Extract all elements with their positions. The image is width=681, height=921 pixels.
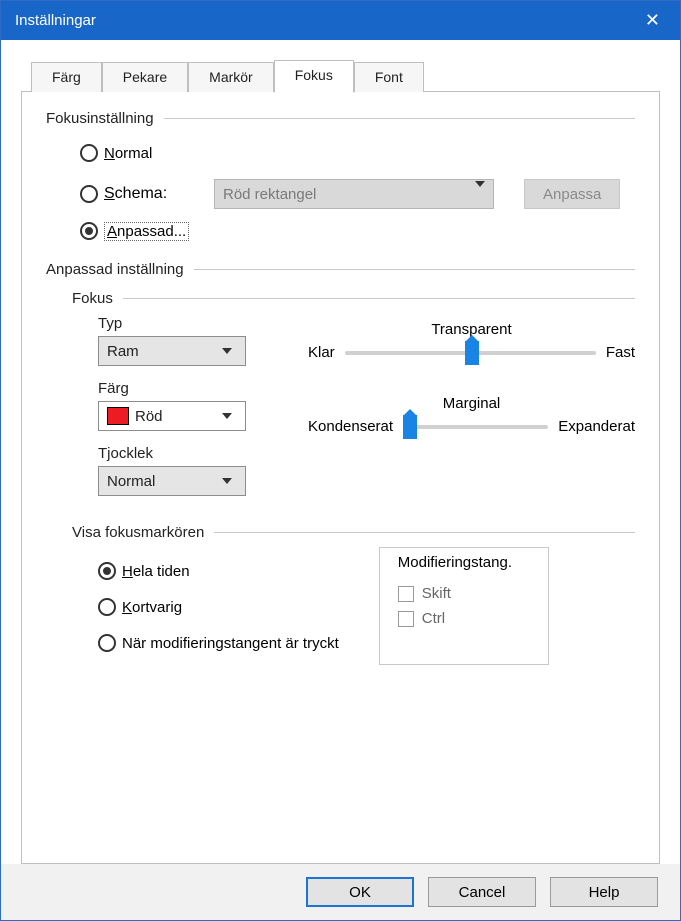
radio-normal[interactable] [80,144,98,162]
slider-thumb[interactable] [465,341,479,365]
radio-modifier[interactable] [98,634,116,652]
modifier-keys-group: Modifieringstang. Skift Ctrl [379,547,549,665]
radio-anpassad[interactable] [80,222,98,240]
slider-thumb[interactable] [403,415,417,439]
chevron-down-icon [217,341,237,361]
radio-normal-row[interactable]: Normal [80,139,635,167]
color-dropdown[interactable]: Röd [98,401,246,431]
check-shift[interactable] [398,586,414,602]
help-button[interactable]: Help [550,877,658,907]
slider2-left: Kondenserat [308,418,393,435]
group-display-marker: Visa fokusmarkören [72,524,214,541]
transparent-slider-block: Transparent Klar Fast [308,321,635,361]
color-swatch [107,407,129,425]
type-label: Typ [98,315,278,332]
radio-schema-row[interactable]: Schema: Röd rektangel Anpassa [80,175,635,213]
group-custom: Anpassad inställning [46,261,194,278]
transparent-slider[interactable] [345,351,596,355]
radio-modifier-label: När modifieringstangent är tryckt [122,635,339,652]
dialog-footer: OK Cancel Help [1,864,680,920]
group-fokus-inner: Fokus [72,290,123,307]
schema-combo[interactable]: Röd rektangel [214,179,494,209]
radio-normal-label: Normal [104,145,152,162]
type-dropdown[interactable]: Ram [98,336,246,366]
window-title: Inställningar [15,12,96,29]
tab-fokus[interactable]: Fokus [274,60,354,93]
radio-anpassad-row[interactable]: Anpassad... [80,217,635,245]
marginal-slider-block: Marginal Kondenserat Expanderat [308,395,635,435]
left-dropdown-col: Typ Ram Färg Röd Tjocklek [98,315,278,496]
radio-hela-row[interactable]: Hela tiden [98,557,339,585]
chevron-down-icon [475,187,485,201]
display-marker-radios: Hela tiden Kortvarig När modifieringstan… [98,553,339,665]
thickness-label: Tjocklek [98,445,278,462]
chevron-down-icon [217,471,237,491]
marginal-slider[interactable] [403,425,548,429]
tabstrip: Färg Pekare Markör Fokus Font [21,60,660,92]
client-area: Färg Pekare Markör Fokus Font Fokusinstä… [1,40,680,864]
radio-hela-label: Hela tiden [122,563,190,580]
radio-modifier-row[interactable]: När modifieringstangent är tryckt [98,629,339,657]
tab-pekare[interactable]: Pekare [102,62,188,92]
check-shift-row[interactable]: Skift [398,585,538,602]
close-icon[interactable]: ✕ [637,6,668,35]
settings-dialog: Inställningar ✕ Färg Pekare Markör Fokus… [0,0,681,921]
sliders-col: Transparent Klar Fast Marginal [308,315,635,496]
tab-farg[interactable]: Färg [31,62,102,92]
tab-markor[interactable]: Markör [188,62,274,92]
radio-schema-label: Schema: [104,185,214,203]
group-fokus-setting: Fokusinställning [46,110,164,127]
color-label: Färg [98,380,278,397]
radio-anpassad-label: Anpassad... [104,222,189,241]
anpassa-button[interactable]: Anpassa [524,179,620,209]
radio-kortvarig-row[interactable]: Kortvarig [98,593,339,621]
radio-hela[interactable] [98,562,116,580]
slider1-left: Klar [308,344,335,361]
slider2-title: Marginal [308,395,635,412]
cancel-button[interactable]: Cancel [428,877,536,907]
thickness-dropdown[interactable]: Normal [98,466,246,496]
titlebar: Inställningar ✕ [1,1,680,40]
check-ctrl[interactable] [398,611,414,627]
radio-kortvarig[interactable] [98,598,116,616]
check-ctrl-row[interactable]: Ctrl [398,610,538,627]
slider2-right: Expanderat [558,418,635,435]
tab-font[interactable]: Font [354,62,424,92]
radio-kortvarig-label: Kortvarig [122,599,182,616]
slider1-right: Fast [606,344,635,361]
ok-button[interactable]: OK [306,877,414,907]
radio-schema[interactable] [80,185,98,203]
chevron-down-icon [217,406,237,426]
tab-page-fokus: Fokusinställning Normal Schema: Röd rekt… [21,91,660,864]
modifier-group-label: Modifieringstang. [394,554,516,571]
